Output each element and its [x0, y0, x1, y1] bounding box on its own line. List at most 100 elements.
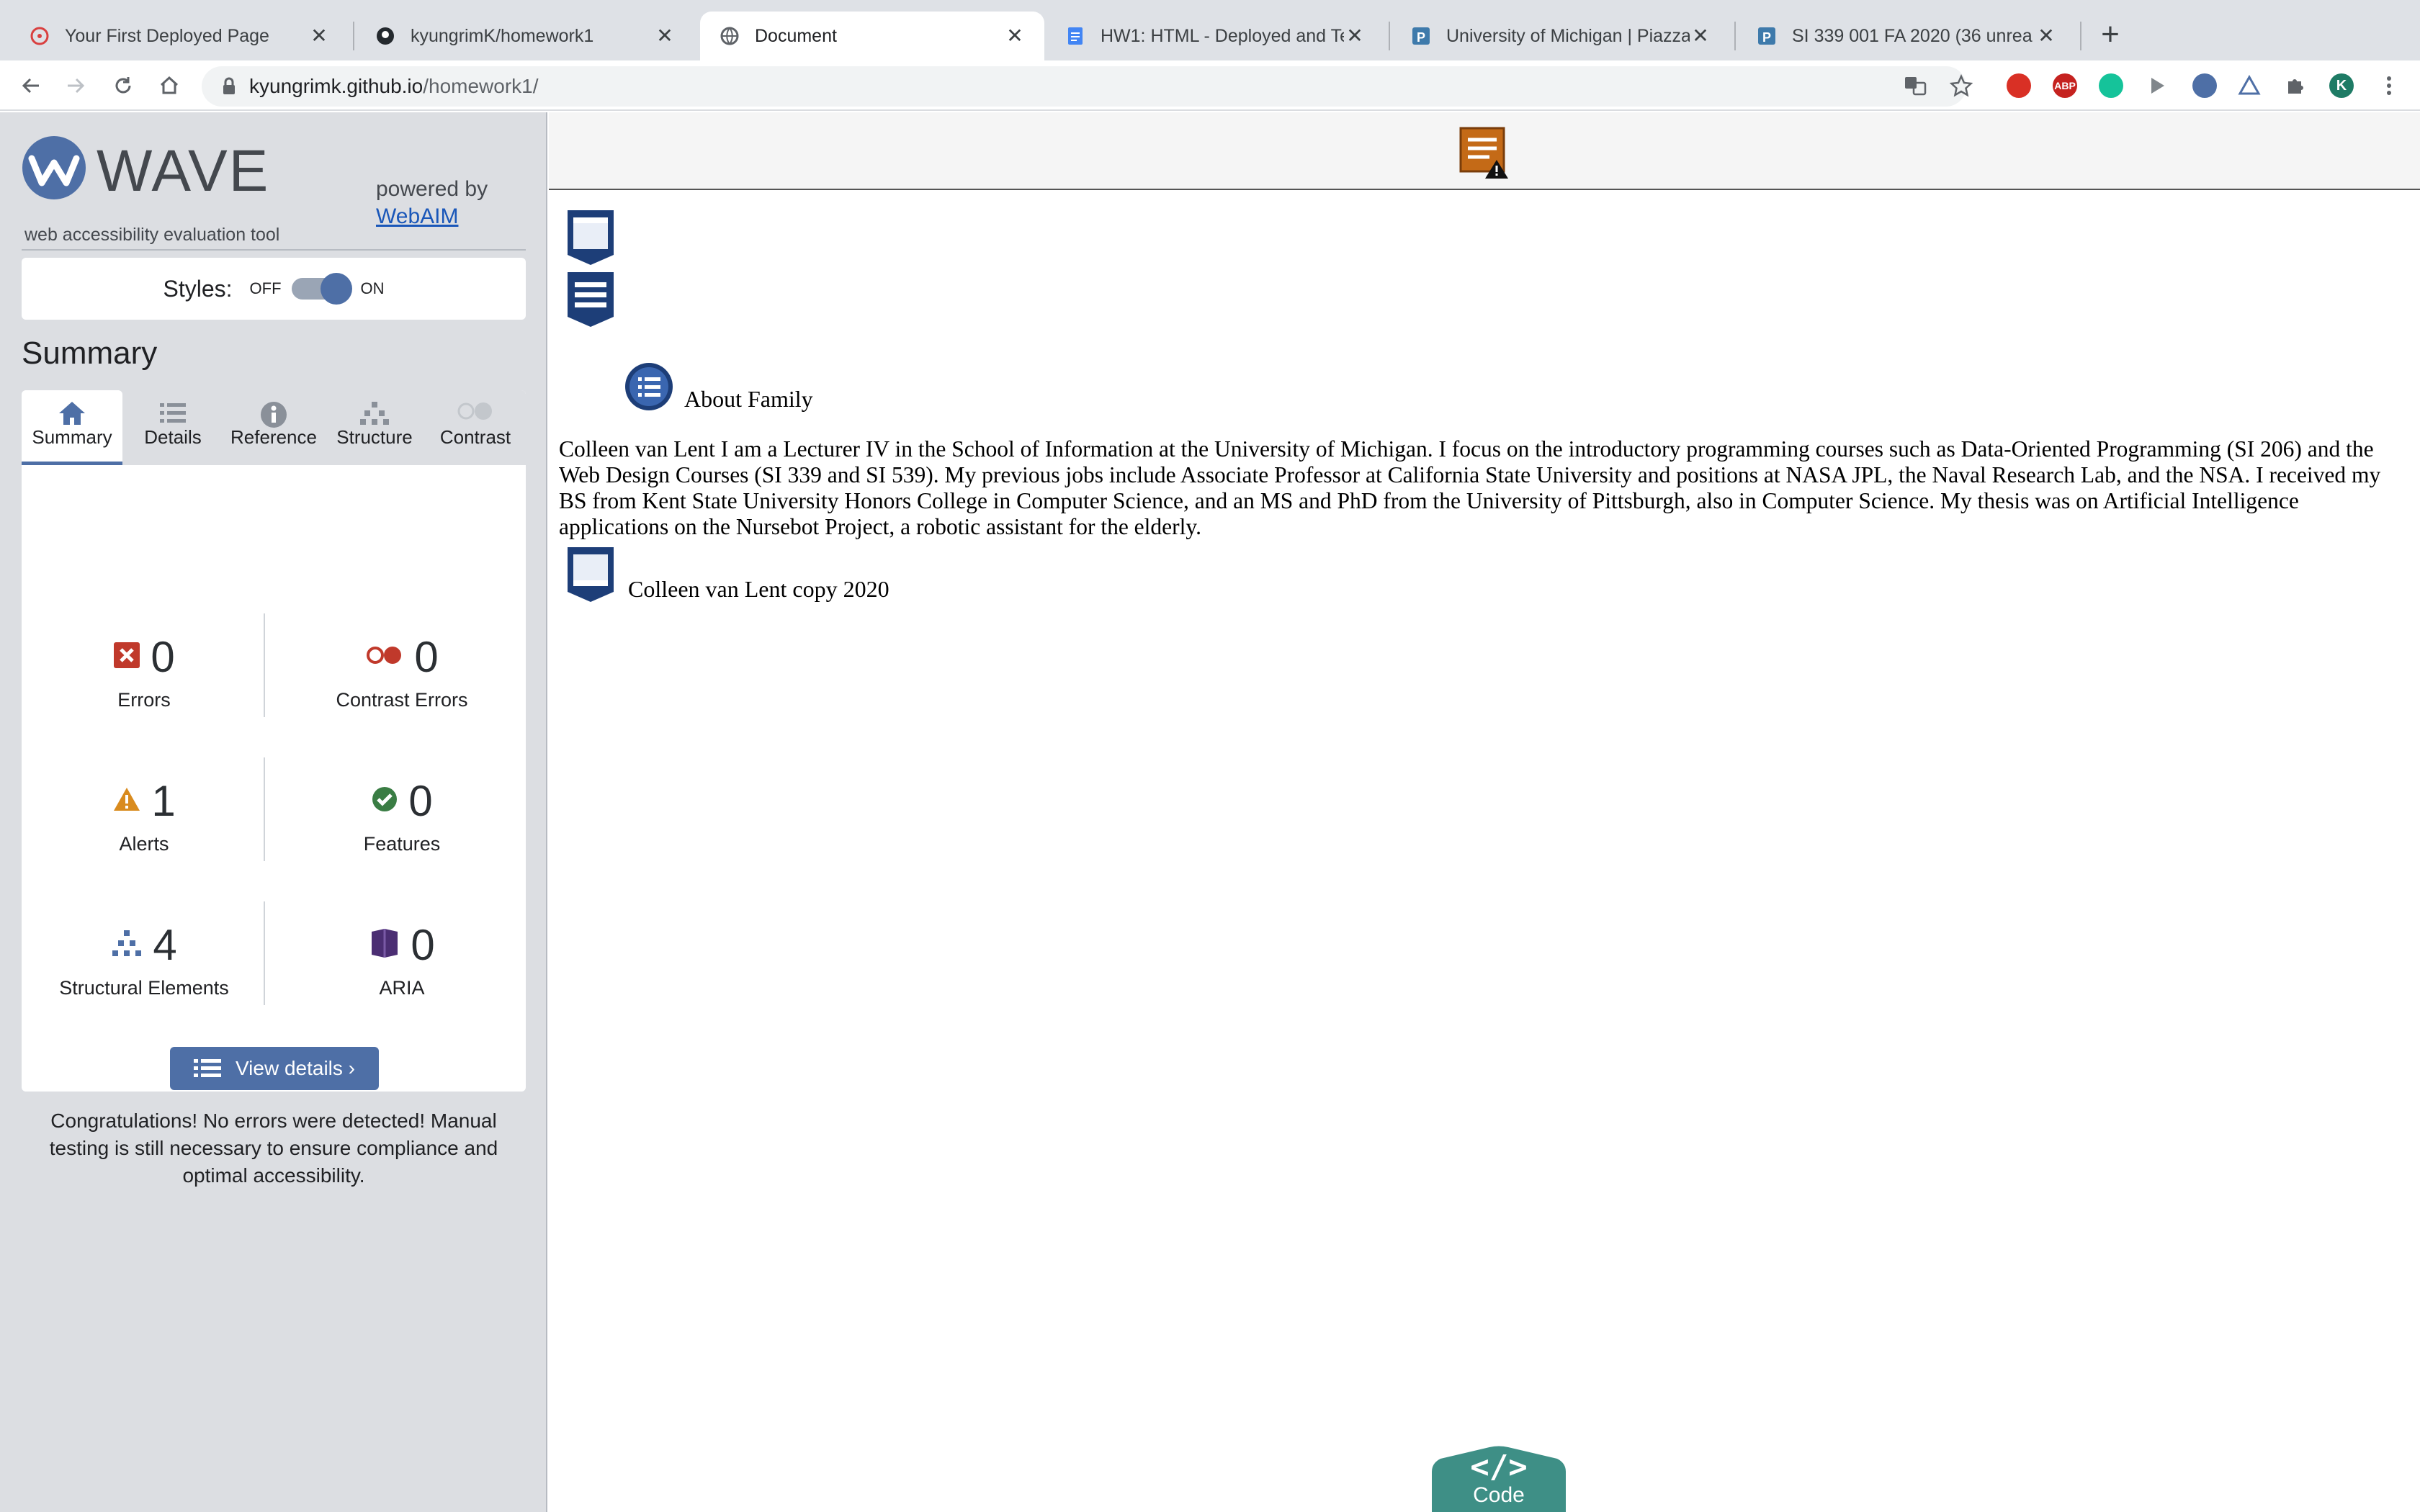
tab-title: kyungrimK/homework1	[411, 25, 594, 46]
close-tab-icon[interactable]: ✕	[1004, 25, 1026, 47]
stat-features[interactable]: 0 Features	[287, 776, 517, 855]
bio-paragraph: Colleen van Lent I am a Lecturer IV in t…	[559, 436, 2381, 539]
drive-extension-icon[interactable]	[2233, 69, 2266, 102]
errors-count: 0	[151, 633, 175, 681]
aria-label: ARIA	[379, 977, 425, 999]
stat-contrast-errors[interactable]: 0 Contrast Errors	[287, 632, 517, 711]
svg-text:P: P	[1762, 30, 1771, 45]
extension-shield-icon[interactable]	[2007, 73, 2031, 98]
browser-tab[interactable]: HW1: HTML - Deployed and Te ✕	[1046, 12, 1384, 60]
active-tab-indicator	[22, 462, 122, 465]
footer-region-icon[interactable]	[565, 544, 617, 603]
profile-avatar[interactable]: K	[2329, 73, 2354, 98]
close-tab-icon[interactable]: ✕	[308, 25, 330, 47]
view-details-label: View details ›	[235, 1057, 355, 1079]
browser-toolbar: kyungrimk.github.io/homework1/ ABP K	[0, 60, 2420, 111]
reload-icon[interactable]	[107, 69, 140, 102]
adblock-icon[interactable]: ABP	[2053, 73, 2077, 98]
footer-copyright: Colleen van Lent copy 2020	[628, 576, 889, 602]
menu-kebab-icon[interactable]	[2372, 69, 2406, 102]
close-tab-icon[interactable]: ✕	[1344, 25, 1366, 47]
tab-label: Contrast	[439, 426, 511, 448]
unordered-list-icon[interactable]	[624, 361, 674, 412]
styles-label: Styles:	[163, 275, 233, 302]
missing-title-alert-icon[interactable]	[1459, 127, 1510, 180]
stat-structural-elements[interactable]: 4 Structural Elements	[29, 920, 259, 999]
features-count: 0	[408, 777, 433, 825]
code-brackets-icon: </>	[1470, 1449, 1528, 1485]
close-tab-icon[interactable]: ✕	[1690, 25, 1711, 47]
wave-tabs: Summary Details Reference Structure Cont…	[22, 390, 526, 465]
styles-toggle[interactable]	[291, 273, 352, 305]
code-toggle-button[interactable]: </> Code	[1432, 1446, 1566, 1512]
wave-logo-icon	[22, 136, 86, 199]
wave-extension-icon[interactable]	[2192, 73, 2217, 98]
about-family-link[interactable]: About Family	[684, 386, 813, 413]
header-region-icon[interactable]	[565, 207, 617, 266]
browser-tab[interactable]: P SI 339 001 FA 2020 (36 unrea ✕	[1737, 12, 2076, 60]
tab-structure[interactable]: Structure	[324, 390, 425, 465]
tab-summary[interactable]: Summary	[22, 390, 122, 465]
github-favicon-icon	[375, 25, 396, 47]
tab-title: Document	[755, 25, 837, 46]
toggle-knob[interactable]	[320, 273, 352, 305]
alerts-count: 1	[151, 777, 176, 825]
browser-tab[interactable]: Your First Deployed Page ✕	[10, 12, 349, 60]
home-icon[interactable]	[153, 69, 186, 102]
feature-check-icon	[371, 786, 398, 816]
details-list-icon	[193, 1058, 221, 1079]
tab-divider	[1389, 22, 1390, 50]
google-docs-favicon-icon	[1065, 25, 1086, 47]
stat-divider	[264, 901, 265, 1005]
piazza-favicon-icon: P	[1410, 25, 1432, 47]
browser-tab[interactable]: P University of Michigan | Piazza ✕	[1392, 12, 1730, 60]
contrast-errors-count: 0	[414, 633, 439, 681]
congratulations-message: Congratulations! No errors were detected…	[49, 1110, 498, 1187]
back-icon[interactable]	[14, 69, 48, 102]
stat-errors[interactable]: 0 Errors	[29, 632, 259, 711]
wave-tagline: web accessibility evaluation tool	[24, 225, 280, 245]
webaim-link[interactable]: WebAIM	[376, 204, 458, 229]
wave-top-bar	[549, 112, 2420, 190]
tab-reference[interactable]: Reference	[223, 390, 324, 465]
new-tab-button[interactable]: +	[2094, 19, 2126, 50]
contrast-error-icon	[365, 644, 404, 670]
play-extension-icon[interactable]	[2141, 69, 2174, 102]
powered-by-text: powered by	[376, 177, 488, 201]
tab-details[interactable]: Details	[122, 390, 223, 465]
browser-tab-active[interactable]: Document ✕	[700, 12, 1044, 60]
summary-panel: Summary Details Reference Structure Cont…	[22, 390, 526, 1187]
view-details-button[interactable]: View details ›	[170, 1047, 379, 1090]
close-tab-icon[interactable]: ✕	[2035, 25, 2057, 47]
url-path: /homework1/	[423, 75, 539, 97]
translate-icon[interactable]	[1899, 69, 1932, 102]
stat-alerts[interactable]: 1 Alerts	[29, 776, 259, 855]
grammarly-icon[interactable]	[2099, 73, 2123, 98]
extensions-puzzle-icon[interactable]	[2279, 69, 2312, 102]
tab-contrast[interactable]: Contrast	[425, 390, 526, 465]
tab-title: University of Michigan | Piazza	[1446, 25, 1690, 46]
svg-text:P: P	[1417, 30, 1425, 45]
close-tab-icon[interactable]: ✕	[654, 25, 676, 47]
hierarchy-icon	[324, 390, 425, 426]
globe-favicon-icon	[719, 25, 740, 47]
tab-label: Summary	[32, 426, 112, 448]
tab-title: HW1: HTML - Deployed and Te	[1101, 25, 1344, 46]
tab-label: Reference	[230, 426, 317, 448]
summary-heading: Summary	[22, 336, 158, 371]
stat-divider	[264, 757, 265, 861]
bookmark-star-icon[interactable]	[1945, 69, 1978, 102]
contrast-icon	[425, 390, 526, 426]
code-label: Code	[1473, 1483, 1525, 1507]
tab-label: Structure	[336, 426, 413, 448]
aria-count: 0	[411, 921, 435, 969]
wave-logo: WAVE web accessibility evaluation tool p…	[22, 135, 526, 251]
wave-sidebar: WAVE web accessibility evaluation tool p…	[0, 112, 547, 1512]
stat-divider	[264, 613, 265, 717]
browser-tab[interactable]: kyungrimK/homework1 ✕	[356, 12, 694, 60]
forward-icon[interactable]	[59, 69, 92, 102]
stat-aria[interactable]: 0 ARIA	[287, 920, 517, 999]
address-bar[interactable]: kyungrimk.github.io/homework1/	[202, 66, 1966, 107]
tab-title: SI 339 001 FA 2020 (36 unrea	[1792, 25, 2033, 46]
navigation-region-icon[interactable]	[565, 269, 617, 328]
